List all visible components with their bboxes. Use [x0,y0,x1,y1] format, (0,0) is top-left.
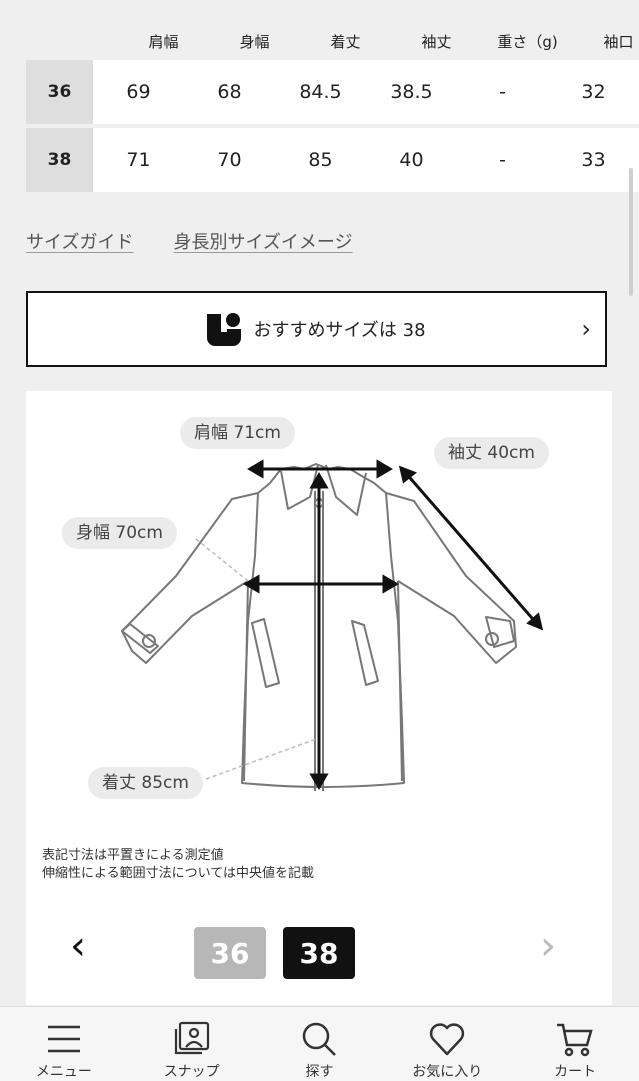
row-size: 38 [26,128,93,192]
tab-label: 探す [305,1064,334,1080]
tab-cart[interactable]: カート [511,1007,639,1081]
table-row: 36 69 68 84.5 38.5 - 32 [26,60,639,124]
chevron-left-icon[interactable]: ‹ [70,923,86,969]
header-cell: 袖丈 [421,32,452,51]
tab-favorites[interactable]: お気に入り [383,1007,511,1081]
bottom-tab-bar: メニュー スナップ 探す お気に入り カート [0,1006,639,1081]
shoulder-label: 肩幅 71cm [180,417,295,449]
table-cell: 85 [308,149,333,171]
table-cell: 70 [217,149,242,171]
chevron-right-icon[interactable]: › [540,923,556,969]
tab-label: スナップ [163,1064,220,1080]
size-links: サイズガイド 身長別サイズイメージ [26,228,353,254]
tab-search[interactable]: 探す [256,1007,384,1081]
table-cell: - [499,149,506,171]
tab-label: カート [554,1064,597,1080]
row-size: 36 [26,60,93,124]
scrollbar[interactable] [629,168,633,296]
table-cell: 38.5 [390,81,433,103]
table-cell: 69 [126,81,151,103]
size-option-36[interactable]: 36 [194,927,266,979]
table-cell: 32 [581,81,606,103]
note-line: 表記寸法は平置きによる測定値 [42,848,224,863]
table-cell: 40 [399,149,424,171]
length-label: 着丈 85cm [88,767,203,799]
size-table: 肩幅 身幅 着丈 袖丈 重さ（g) 袖口 36 69 68 84.5 38.5 … [26,22,639,196]
size-option-38[interactable]: 38 [283,927,355,979]
recommend-size-button[interactable]: おすすめサイズは 38 › [26,291,607,367]
table-cell: 71 [126,149,151,171]
table-cell: - [499,81,506,103]
body-width-label: 身幅 70cm [62,517,177,549]
tab-menu[interactable]: メニュー [0,1007,128,1081]
sleeve-label: 袖丈 40cm [434,437,549,469]
table-row: 38 71 70 85 40 - 33 [26,128,639,192]
table-cell: 84.5 [299,81,342,103]
recommend-size-label: おすすめサイズは 38 [253,320,426,341]
header-cell: 肩幅 [148,32,179,51]
header-cell: 着丈 [330,32,361,51]
table-cell: 33 [581,149,606,171]
table-header: 肩幅 身幅 着丈 袖丈 重さ（g) 袖口 [26,22,639,60]
tab-snap[interactable]: スナップ [128,1007,256,1081]
heart-icon [430,1023,465,1056]
tab-label: メニュー [35,1064,92,1080]
header-cell: 身幅 [239,32,270,51]
note-line: 伸縮性による範囲寸法については中央値を記載 [42,866,314,881]
height-image-link[interactable]: 身長別サイズイメージ [173,228,352,254]
measurement-note: 表記寸法は平置きによる測定値 伸縮性による範囲寸法については中央値を記載 [42,847,314,883]
size-guide-link[interactable]: サイズガイド [26,228,133,254]
chevron-right-icon: › [581,315,591,343]
brand-logo-icon [207,313,242,346]
table-cell: 68 [217,81,242,103]
size-diagram-card: 肩幅 71cm 袖丈 40cm 身幅 70cm 着丈 85cm 表記寸法は平置き… [26,391,612,1005]
search-icon [303,1022,337,1056]
cart-icon [557,1023,593,1057]
header-cell: 重さ（g) [497,32,558,51]
header-cell: 袖口 [603,32,634,51]
menu-icon [47,1025,80,1053]
tab-label: お気に入り [412,1064,483,1080]
snap-icon [174,1021,209,1055]
